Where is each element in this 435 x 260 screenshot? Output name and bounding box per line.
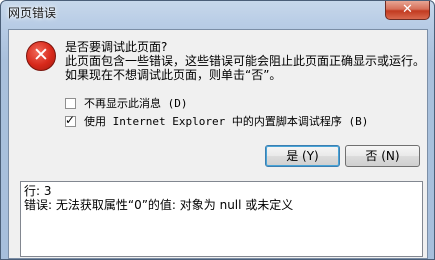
window-title: 网页错误: [8, 6, 57, 20]
title-bar[interactable]: 网页错误 ✕: [1, 1, 434, 25]
use-builtin-debugger-checkbox[interactable]: ✓: [65, 112, 76, 127]
checkmark-icon: ✓: [65, 112, 76, 127]
dialog-window: 网页错误 ✕ ✕ 是否要调试此页面? 此页面包含一些错误，这些错误可能会阻止此页…: [0, 0, 435, 260]
error-icon-glyph: ✕: [33, 44, 49, 66]
error-details-box[interactable]: 行: 3 错误: 无法获取属性“0”的值: 对象为 null 或未定义: [20, 181, 423, 257]
dont-show-again-checkbox[interactable]: [65, 97, 76, 109]
dont-show-again-label[interactable]: 不再显示此消息 (D): [84, 95, 188, 111]
close-icon: ✕: [402, 2, 413, 17]
yes-button[interactable]: 是 (Y): [265, 145, 340, 167]
no-button[interactable]: 否 (N): [345, 145, 420, 167]
close-button[interactable]: ✕: [385, 1, 430, 20]
message-text: 是否要调试此页面? 此页面包含一些错误，这些错误可能会阻止此页面正确显示或运行。…: [65, 40, 425, 82]
use-builtin-debugger-option[interactable]: ✓ 使用 Internet Explorer 中的内置脚本调试程序 (B): [65, 113, 368, 129]
dont-show-again-option[interactable]: 不再显示此消息 (D): [65, 95, 188, 111]
use-builtin-debugger-label[interactable]: 使用 Internet Explorer 中的内置脚本调试程序 (B): [84, 113, 368, 129]
message-detail: 此页面包含一些错误，这些错误可能会阻止此页面正确显示或运行。如果现在不想调试此页…: [65, 54, 426, 82]
dialog-body: ✕ 是否要调试此页面? 此页面包含一些错误，这些错误可能会阻止此页面正确显示或运…: [8, 29, 428, 259]
error-message: 错误: 无法获取属性“0”的值: 对象为 null 或未定义: [24, 198, 294, 212]
error-icon: ✕: [26, 41, 56, 71]
message-question: 是否要调试此页面?: [65, 40, 168, 54]
error-line: 行: 3: [24, 184, 52, 198]
